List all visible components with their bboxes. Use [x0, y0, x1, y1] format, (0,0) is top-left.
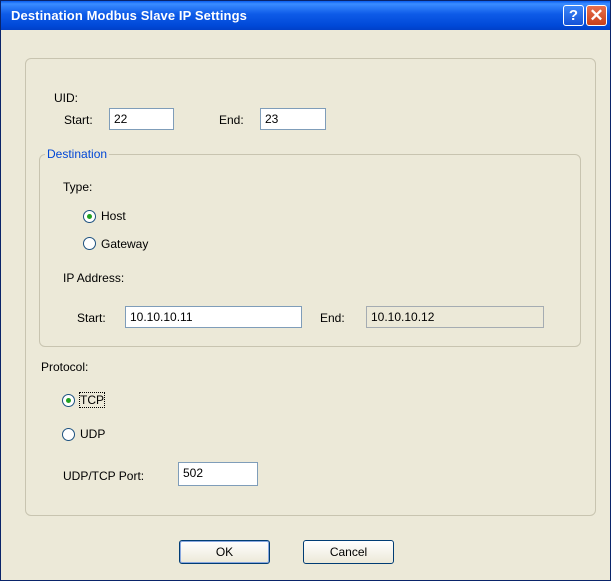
uid-end-input[interactable]: 23: [260, 108, 326, 130]
uid-start-label: Start:: [64, 113, 93, 127]
uid-start-input[interactable]: 22: [109, 108, 174, 130]
ip-end-input[interactable]: 10.10.10.12: [366, 306, 544, 328]
type-label: Type:: [63, 180, 93, 194]
tcp-radio-dot: [66, 398, 71, 403]
ip-start-label: Start:: [77, 311, 106, 325]
protocol-label: Protocol:: [41, 360, 89, 374]
help-button[interactable]: ?: [563, 5, 584, 26]
close-button[interactable]: ✕: [586, 5, 607, 26]
host-label[interactable]: Host: [101, 209, 126, 223]
window-title: Destination Modbus Slave IP Settings: [11, 8, 247, 23]
port-input[interactable]: 502: [178, 462, 258, 486]
host-radio-dot: [87, 214, 92, 219]
uid-label: UID:: [54, 91, 78, 105]
port-label: UDP/TCP Port:: [63, 469, 145, 483]
tcp-label[interactable]: TCP: [79, 392, 105, 408]
title-bar[interactable]: Destination Modbus Slave IP Settings ? ✕: [1, 1, 610, 30]
gateway-radio[interactable]: [83, 237, 96, 250]
uid-end-label: End:: [219, 113, 244, 127]
gateway-label[interactable]: Gateway: [101, 237, 148, 251]
udp-label[interactable]: UDP: [80, 427, 105, 441]
ok-button[interactable]: OK: [179, 540, 270, 564]
host-radio[interactable]: [83, 210, 96, 223]
close-icon: ✕: [589, 6, 604, 25]
ip-address-label: IP Address:: [63, 271, 125, 285]
ip-start-input[interactable]: 10.10.10.11: [125, 306, 302, 328]
tcp-radio[interactable]: [62, 394, 75, 407]
ip-end-label: End:: [320, 311, 345, 325]
help-icon: ?: [568, 7, 579, 24]
destination-legend: Destination: [45, 147, 110, 161]
udp-radio[interactable]: [62, 428, 75, 441]
dialog-window: Destination Modbus Slave IP Settings ? ✕…: [0, 0, 611, 581]
cancel-button[interactable]: Cancel: [303, 540, 394, 564]
